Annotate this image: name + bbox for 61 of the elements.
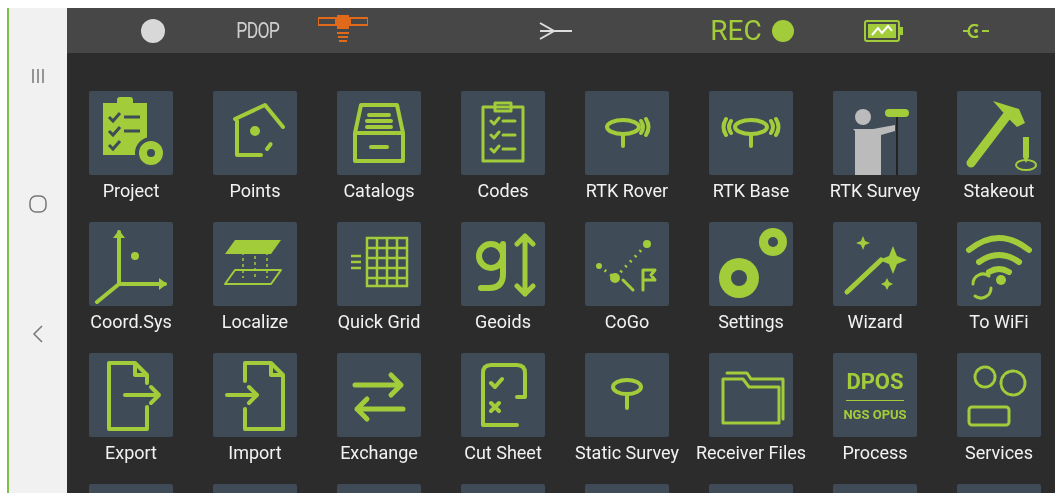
recents-icon[interactable] xyxy=(31,68,45,84)
tile-icon-background[interactable] xyxy=(461,353,545,437)
tile-label[interactable]: Project xyxy=(72,180,190,202)
tile-label[interactable]: Export xyxy=(72,442,190,464)
tile-label[interactable]: Wizard xyxy=(816,311,934,333)
tile-icon-background[interactable] xyxy=(709,353,793,437)
tile-icon-background[interactable] xyxy=(337,222,421,306)
tile-label[interactable]: RTK Rover xyxy=(568,180,686,202)
tile-label[interactable]: To WiFi xyxy=(940,311,1055,333)
tile-label[interactable]: Static Survey xyxy=(568,442,686,464)
tile-icon-background[interactable] xyxy=(957,222,1041,306)
rec-label: REC xyxy=(710,14,762,47)
tile-label[interactable]: Exchange xyxy=(320,442,438,464)
home-icon[interactable] xyxy=(28,194,48,214)
tile-label[interactable]: Import xyxy=(196,442,314,464)
tile-label[interactable]: RTK Survey xyxy=(816,180,934,202)
tile-icon-background[interactable] xyxy=(709,91,793,175)
tile-icon-background[interactable] xyxy=(213,91,297,175)
tile-label[interactable]: Quick Grid xyxy=(320,311,438,333)
battery-icon xyxy=(863,19,904,42)
back-icon[interactable] xyxy=(32,324,44,344)
plug-icon xyxy=(961,23,990,38)
tile-icon-background[interactable] xyxy=(213,222,297,306)
tile-icon-background[interactable] xyxy=(89,353,173,437)
tile-label[interactable]: Geoids xyxy=(444,311,562,333)
tile-label[interactable]: RTK Base xyxy=(692,180,810,202)
antenna-signal-icon xyxy=(603,115,651,151)
tile-label[interactable]: Process xyxy=(816,442,934,464)
tile-icon-background[interactable] xyxy=(461,222,545,306)
tile-icon-background[interactable]: DPOS NGS OPUS xyxy=(833,353,917,437)
tile-icon-background[interactable] xyxy=(833,222,917,306)
tile-label[interactable]: Catalogs xyxy=(320,180,438,202)
tile-label[interactable]: Receiver Files xyxy=(692,442,810,464)
tile-icon-background[interactable] xyxy=(833,91,917,175)
tile-label[interactable]: CoGo xyxy=(568,311,686,333)
signal-arrow-icon xyxy=(538,20,575,41)
tile-icon-background[interactable] xyxy=(89,91,173,175)
record-dot-icon xyxy=(771,19,794,42)
tile-icon-background[interactable] xyxy=(89,222,173,306)
tile-icon-background[interactable] xyxy=(585,222,669,306)
tile-icon-background[interactable] xyxy=(585,91,669,175)
tile-label[interactable]: Cut Sheet xyxy=(444,442,562,464)
tile-icon-background[interactable] xyxy=(957,91,1041,175)
status-dot-icon xyxy=(141,18,165,43)
icon-caption: DPOS xyxy=(846,368,904,401)
icon-caption: NGS OPUS xyxy=(843,406,907,422)
tile-icon-background[interactable] xyxy=(585,353,669,437)
tile-label[interactable]: Points xyxy=(196,180,314,202)
tile-label[interactable]: Settings xyxy=(692,311,810,333)
tile-label[interactable]: Localize xyxy=(196,311,314,333)
antenna-icon xyxy=(609,377,645,413)
tile-icon-background[interactable] xyxy=(337,91,421,175)
tile-label[interactable]: Coord.Sys xyxy=(72,311,190,333)
tile-icon-background[interactable] xyxy=(337,353,421,437)
tile-icon-background[interactable] xyxy=(213,353,297,437)
tile-label[interactable]: Codes xyxy=(444,180,562,202)
tile-label[interactable]: Stakeout xyxy=(940,180,1055,202)
tile-label[interactable]: Services xyxy=(940,442,1055,464)
tile-icon-background[interactable] xyxy=(461,91,545,175)
pdop-label: PDOP xyxy=(236,18,279,43)
antenna-signal-icon xyxy=(719,115,783,151)
